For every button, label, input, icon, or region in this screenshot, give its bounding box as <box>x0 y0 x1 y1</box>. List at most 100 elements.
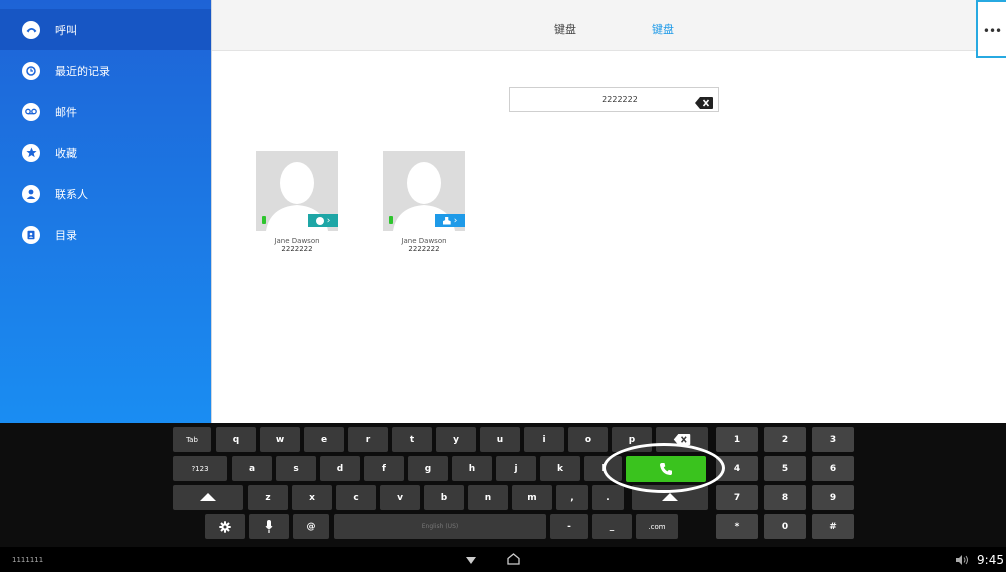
sidebar-item-label: 最近的记录 <box>55 64 110 78</box>
key-g[interactable]: g <box>408 456 448 481</box>
numpad-key-9[interactable]: 9 <box>812 485 854 510</box>
sidebar-item-label: 收藏 <box>55 146 77 160</box>
key-z[interactable]: z <box>248 485 288 510</box>
key-a[interactable]: a <box>232 456 272 481</box>
contact-card[interactable]: › Jane Dawson 2222222 <box>383 151 465 253</box>
contact-number: 2222222 <box>281 245 313 253</box>
key-n[interactable]: n <box>468 485 508 510</box>
more-options-button[interactable]: ••• <box>976 0 1006 58</box>
key-f[interactable]: f <box>364 456 404 481</box>
key-d[interactable]: d <box>320 456 360 481</box>
key-r[interactable]: r <box>348 427 388 452</box>
clock-time: 9:45 <box>977 553 1004 567</box>
key-p[interactable]: p <box>612 427 652 452</box>
numpad-key-hash[interactable]: # <box>812 514 854 539</box>
contact-card-icon <box>442 216 451 225</box>
key-m[interactable]: m <box>512 485 552 510</box>
header-bar: 键盘 键盘 <box>212 0 1006 51</box>
key-at[interactable]: @ <box>293 514 329 539</box>
chevron-right-icon: › <box>326 215 331 226</box>
key-k[interactable]: k <box>540 456 580 481</box>
on-screen-keyboard: Tab q w e r t y u i o p ?123 a s d f g h… <box>0 423 1006 547</box>
call-button[interactable] <box>626 456 706 482</box>
key-tab[interactable]: Tab <box>173 427 211 452</box>
more-icon: ••• <box>982 24 1002 38</box>
chevron-right-icon: › <box>453 215 458 226</box>
contact-number: 2222222 <box>408 245 440 253</box>
key-voice-input[interactable] <box>249 514 289 539</box>
key-period[interactable]: . <box>592 485 624 510</box>
back-down-icon[interactable] <box>466 557 476 564</box>
key-e[interactable]: e <box>304 427 344 452</box>
key-backspace[interactable] <box>656 427 708 452</box>
key-settings[interactable] <box>205 514 245 539</box>
key-i[interactable]: i <box>524 427 564 452</box>
sidebar-item-call[interactable]: 呼叫 <box>0 9 211 50</box>
dial-input-box <box>509 87 719 112</box>
microphone-icon <box>265 520 273 533</box>
key-y[interactable]: y <box>436 427 476 452</box>
presence-indicator <box>389 216 393 224</box>
sidebar-item-directory[interactable]: 目录 <box>0 214 211 255</box>
numpad-key-5[interactable]: 5 <box>764 456 806 481</box>
sidebar-item-recents[interactable]: 最近的记录 <box>0 50 211 91</box>
volume-icon[interactable] <box>956 555 970 565</box>
video-icon <box>315 216 324 225</box>
key-symbols[interactable]: ?123 <box>173 456 227 481</box>
phone-icon <box>22 20 40 39</box>
key-l[interactable]: l <box>584 456 622 481</box>
key-v[interactable]: v <box>380 485 420 510</box>
numpad-key-8[interactable]: 8 <box>764 485 806 510</box>
key-c[interactable]: c <box>336 485 376 510</box>
numpad-key-7[interactable]: 7 <box>716 485 758 510</box>
sidebar-item-label: 呼叫 <box>55 23 77 37</box>
home-icon[interactable] <box>507 553 520 565</box>
key-dotcom[interactable]: .com <box>636 514 678 539</box>
sidebar-item-label: 联系人 <box>55 187 88 201</box>
key-b[interactable]: b <box>424 485 464 510</box>
numpad-key-4[interactable]: 4 <box>716 456 758 481</box>
backspace-icon[interactable] <box>695 94 713 113</box>
key-w[interactable]: w <box>260 427 300 452</box>
sidebar-item-voicemail[interactable]: 邮件 <box>0 91 211 132</box>
numpad-key-1[interactable]: 1 <box>716 427 758 452</box>
sidebar-item-label: 目录 <box>55 228 77 242</box>
key-q[interactable]: q <box>216 427 256 452</box>
key-comma[interactable]: , <box>556 485 588 510</box>
avatar: › <box>256 151 338 231</box>
gear-icon <box>219 520 231 533</box>
key-underscore[interactable]: _ <box>592 514 632 539</box>
contact-card[interactable]: › Jane Dawson 2222222 <box>256 151 338 253</box>
key-shift-left[interactable] <box>173 485 243 510</box>
key-x[interactable]: x <box>292 485 332 510</box>
numpad-key-0[interactable]: 0 <box>764 514 806 539</box>
system-navigation-bar: 1111111 9:45 <box>0 547 1006 572</box>
dial-input[interactable] <box>510 88 710 111</box>
sidebar-item-favorites[interactable]: 收藏 <box>0 132 211 173</box>
sidebar-item-contacts[interactable]: 联系人 <box>0 173 211 214</box>
shift-icon <box>200 493 216 501</box>
numpad-key-3[interactable]: 3 <box>812 427 854 452</box>
video-call-button[interactable]: › <box>308 214 338 227</box>
key-h[interactable]: h <box>452 456 492 481</box>
numpad-key-star[interactable]: * <box>716 514 758 539</box>
key-u[interactable]: u <box>480 427 520 452</box>
shift-icon <box>662 493 678 501</box>
numpad-key-2[interactable]: 2 <box>764 427 806 452</box>
key-j[interactable]: j <box>496 456 536 481</box>
key-t[interactable]: t <box>392 427 432 452</box>
key-shift-right[interactable] <box>632 485 708 510</box>
tab-keypad-active[interactable]: 键盘 <box>652 21 674 37</box>
numpad-key-6[interactable]: 6 <box>812 456 854 481</box>
contact-details-button[interactable]: › <box>435 214 465 227</box>
phone-icon <box>660 463 672 475</box>
contact-name: Jane Dawson <box>274 237 320 245</box>
backspace-icon <box>673 434 691 445</box>
key-dash[interactable]: - <box>550 514 588 539</box>
key-space[interactable]: English (US) <box>334 514 546 539</box>
sidebar-item-label: 邮件 <box>55 105 77 119</box>
key-o[interactable]: o <box>568 427 608 452</box>
key-s[interactable]: s <box>276 456 316 481</box>
voicemail-icon <box>22 102 40 121</box>
tab-keypad[interactable]: 键盘 <box>554 21 576 37</box>
